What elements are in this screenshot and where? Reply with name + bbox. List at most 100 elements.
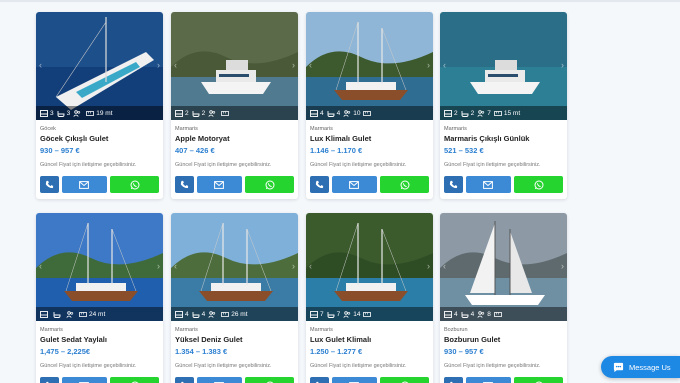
feature-cabins: 2	[175, 110, 189, 117]
yacht-name[interactable]: Lux Klimalı Gulet	[310, 134, 429, 146]
whatsapp-button[interactable]	[110, 377, 159, 383]
yacht-photo[interactable]: ‹ › 4 4 10	[306, 12, 433, 120]
yacht-card[interactable]: ‹ › 4 4 26 mt Marmaris Yüksel Deniz Gulet …	[171, 213, 298, 383]
ruler-icon	[493, 110, 502, 117]
yacht-image	[36, 213, 163, 321]
prev-image-arrow-icon[interactable]: ‹	[309, 261, 312, 271]
call-button[interactable]	[310, 377, 329, 383]
yacht-photo[interactable]: ‹ › 22	[171, 12, 298, 120]
yacht-photo[interactable]: ‹ › 24 mt	[36, 213, 163, 321]
email-button[interactable]	[465, 176, 512, 193]
whatsapp-button[interactable]	[514, 176, 563, 193]
yacht-photo[interactable]: ‹ › 4 4 8	[440, 213, 567, 321]
whatsapp-button[interactable]	[514, 377, 563, 383]
prev-image-arrow-icon[interactable]: ‹	[443, 261, 446, 271]
price-note: Güncel Fiyat için iletişime geçebilirsin…	[444, 363, 541, 369]
yacht-card[interactable]: ‹ › 4 4 8 Bozburun Bozburun Gulet 930 – 95…	[440, 213, 567, 383]
yacht-name[interactable]: Bozburun Gulet	[444, 335, 563, 347]
whatsapp-button[interactable]	[245, 377, 294, 383]
yacht-name[interactable]: Lux Gulet Klimalı	[310, 335, 429, 347]
email-button[interactable]	[61, 377, 108, 383]
prev-image-arrow-icon[interactable]: ‹	[174, 60, 177, 70]
feature-bathrooms-value: 2	[470, 109, 475, 117]
whatsapp-button[interactable]	[245, 176, 294, 193]
feature-bar: 4 4 26 mt	[171, 307, 298, 321]
yacht-photo[interactable]: ‹ › 2 2 7 15 mt	[440, 12, 567, 120]
feature-bathrooms-value: 4	[336, 109, 341, 117]
yacht-info: Marmaris Gulet Sedat Yaylalı 1,475 – 2,2…	[36, 321, 163, 377]
yacht-price: 1.250 – 1.277 €	[310, 347, 363, 356]
yacht-card[interactable]: ‹ › 2 2 7 15 mt Marmaris Marmaris Çıkışlı G…	[440, 12, 567, 199]
feature-guests	[208, 310, 218, 318]
price-note: Güncel Fiyat için iletişime geçebilirsin…	[310, 363, 407, 369]
yacht-name[interactable]: Gulet Sedat Yaylalı	[40, 335, 159, 347]
bathtub-icon	[461, 110, 469, 117]
price-note: Güncel Fiyat için iletişime geçebilirsin…	[175, 162, 272, 168]
email-button[interactable]	[196, 176, 243, 193]
whatsapp-button[interactable]	[110, 176, 159, 193]
email-button[interactable]	[465, 377, 512, 383]
feature-guests: 14	[343, 311, 360, 318]
whatsapp-icon	[265, 180, 275, 189]
email-button[interactable]	[61, 176, 108, 193]
yacht-photo[interactable]: ‹ › 3 3 19 mt	[36, 12, 163, 120]
prev-image-arrow-icon[interactable]: ‹	[309, 60, 312, 70]
call-button[interactable]	[175, 176, 194, 193]
yacht-name[interactable]: Göcek Çıkışlı Gulet	[40, 134, 159, 146]
feature-guests	[208, 109, 218, 117]
bed-icon	[444, 310, 452, 318]
whatsapp-button[interactable]	[380, 377, 429, 383]
feature-cabins-value: 7	[320, 310, 324, 318]
next-image-arrow-icon[interactable]: ›	[157, 60, 160, 70]
guests-icon	[343, 109, 351, 117]
yacht-location: Marmaris	[40, 327, 63, 333]
price-note: Güncel Fiyat için iletişime geçebilirsin…	[444, 162, 541, 168]
yacht-card[interactable]: ‹ › 22 Marmaris Apple Motoryat 407 – 426…	[171, 12, 298, 199]
feature-guests: 8	[477, 311, 491, 318]
prev-image-arrow-icon[interactable]: ‹	[39, 261, 42, 271]
call-button[interactable]	[310, 176, 329, 193]
feature-bathrooms: 2	[192, 110, 205, 117]
yacht-card[interactable]: ‹ › 3 3 19 mt Göcek Göcek Çıkışlı Gulet 93…	[36, 12, 163, 199]
next-image-arrow-icon[interactable]: ›	[561, 60, 564, 70]
call-button[interactable]	[40, 176, 59, 193]
yacht-price: 930 – 957 €	[444, 347, 484, 356]
bathtub-icon	[327, 311, 335, 318]
feature-cabins: 2	[444, 110, 458, 117]
next-image-arrow-icon[interactable]: ›	[561, 261, 564, 271]
mail-icon	[349, 180, 360, 189]
feature-bar: 2 2 7 15 mt	[440, 106, 567, 120]
call-button[interactable]	[444, 377, 463, 383]
yacht-name[interactable]: Yüksel Deniz Gulet	[175, 335, 294, 347]
next-image-arrow-icon[interactable]: ›	[427, 60, 430, 70]
mail-icon	[214, 180, 225, 189]
yacht-card[interactable]: ‹ › 24 mt Marmaris Gulet Sedat Yaylalı 1…	[36, 213, 163, 383]
yacht-photo[interactable]: ‹ › 4 4 26 mt	[171, 213, 298, 321]
call-button[interactable]	[40, 377, 59, 383]
contact-actions	[306, 377, 433, 383]
message-us-label: Message Us	[629, 362, 671, 372]
yacht-name[interactable]: Apple Motoryat	[175, 134, 294, 146]
bed-icon	[310, 109, 318, 117]
next-image-arrow-icon[interactable]: ›	[292, 60, 295, 70]
message-us-button[interactable]: Message Us	[601, 356, 680, 378]
next-image-arrow-icon[interactable]: ›	[292, 261, 295, 271]
email-button[interactable]	[196, 377, 243, 383]
next-image-arrow-icon[interactable]: ›	[427, 261, 430, 271]
prev-image-arrow-icon[interactable]: ‹	[174, 261, 177, 271]
prev-image-arrow-icon[interactable]: ‹	[39, 60, 42, 70]
call-button[interactable]	[175, 377, 194, 383]
call-button[interactable]	[444, 176, 463, 193]
yacht-name[interactable]: Marmaris Çıkışlı Günlük	[444, 134, 563, 146]
yacht-card[interactable]: ‹ › 7 7 14 Marmaris Lux Gulet Klimalı 1.25…	[306, 213, 433, 383]
feature-guests-value: 10	[353, 109, 361, 117]
prev-image-arrow-icon[interactable]: ‹	[443, 60, 446, 70]
email-button[interactable]	[331, 377, 378, 383]
feature-cabins: 4	[310, 110, 324, 117]
yacht-card[interactable]: ‹ › 4 4 10 Marmaris Lux Klimalı Gulet 1.14…	[306, 12, 433, 199]
email-button[interactable]	[331, 176, 378, 193]
next-image-arrow-icon[interactable]: ›	[157, 261, 160, 271]
whatsapp-button[interactable]	[380, 176, 429, 193]
phone-icon	[45, 180, 53, 189]
yacht-photo[interactable]: ‹ › 7 7 14	[306, 213, 433, 321]
